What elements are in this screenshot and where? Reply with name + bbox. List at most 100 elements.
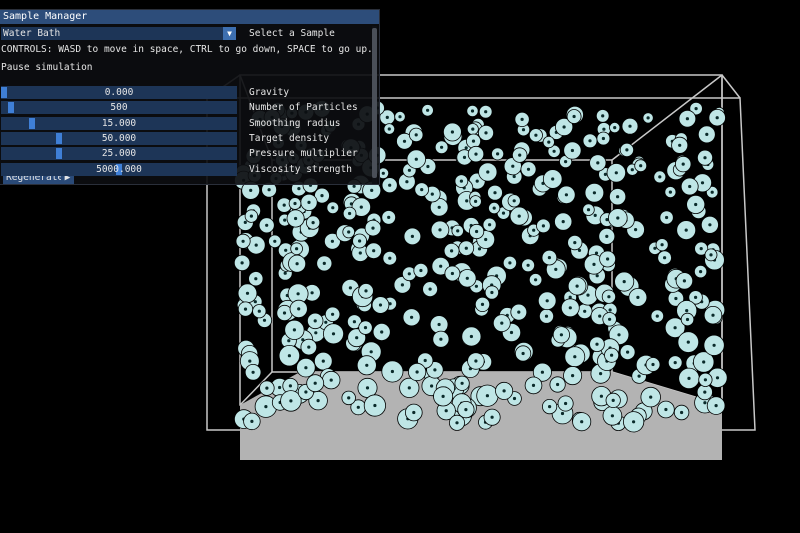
- particle-center: [526, 263, 530, 267]
- particle-center: [314, 331, 318, 335]
- particle-center: [249, 214, 253, 218]
- particle-center: [630, 168, 634, 172]
- pause-simulation-checkbox[interactable]: Pause simulation: [1, 61, 93, 75]
- particle-center: [547, 256, 552, 260]
- particle-center: [703, 156, 707, 160]
- particle-center: [586, 208, 591, 212]
- particle-center: [548, 405, 552, 409]
- particle-center: [439, 264, 443, 268]
- particle-center: [634, 228, 638, 232]
- particle-center: [684, 228, 688, 232]
- particle-center: [580, 420, 584, 424]
- particle-center: [572, 114, 576, 119]
- particle-center: [595, 274, 599, 278]
- particle-center: [493, 191, 497, 195]
- smoothing-slider-label: Smoothing radius: [249, 117, 341, 129]
- particle-center: [688, 184, 692, 189]
- particle-center: [710, 190, 714, 194]
- particle-center: [474, 152, 478, 156]
- particle-center: [490, 415, 494, 419]
- particle-center: [348, 211, 352, 216]
- particle-center: [534, 278, 538, 282]
- particle-center: [520, 117, 524, 121]
- triangle-down-icon[interactable]: ▼: [223, 27, 236, 40]
- particle-center: [471, 127, 475, 131]
- particle-center: [541, 224, 546, 228]
- particle-center: [508, 261, 512, 265]
- particle-center: [433, 368, 437, 372]
- particle-center: [694, 202, 698, 207]
- particle-center: [321, 359, 325, 363]
- particle-center: [687, 376, 691, 380]
- particle-center: [663, 256, 667, 260]
- particle-center: [313, 319, 317, 323]
- particle-center: [245, 291, 250, 295]
- particle-center: [474, 199, 478, 203]
- particle-center: [632, 420, 636, 424]
- pressure-slider[interactable]: 25.000: [1, 147, 237, 161]
- particle-center: [295, 247, 299, 251]
- particle-center: [560, 411, 565, 416]
- particle-center: [465, 199, 469, 203]
- particle-center: [322, 261, 326, 265]
- particle-center: [611, 398, 615, 402]
- particle-center: [410, 315, 414, 319]
- smoothing-slider[interactable]: 15.000: [1, 116, 237, 130]
- particle-center: [464, 146, 468, 150]
- particle-center: [369, 350, 373, 354]
- particle-center: [471, 139, 476, 143]
- particle-center: [512, 199, 516, 203]
- particle-center: [287, 354, 291, 358]
- particle-center: [428, 287, 432, 291]
- particle-center: [673, 326, 677, 330]
- particle-center: [655, 314, 659, 318]
- particle-center: [265, 386, 269, 390]
- particle-center: [575, 284, 579, 288]
- sample-manager-window[interactable]: Sample Manager Water Bath ▼ Select a Sam…: [0, 9, 380, 185]
- particle-center: [708, 223, 712, 227]
- window-title-bar[interactable]: Sample Manager: [0, 10, 379, 24]
- particle-center: [307, 345, 311, 349]
- particle-center: [370, 188, 374, 192]
- particle-center: [554, 267, 558, 271]
- particle-center: [599, 372, 603, 376]
- particle-center: [320, 194, 324, 198]
- particle-center: [294, 216, 298, 221]
- particle-center: [282, 203, 286, 207]
- particle-center: [474, 284, 478, 288]
- particle-center: [592, 262, 596, 266]
- particle-center: [371, 226, 375, 230]
- particle-center: [402, 139, 407, 143]
- particle-center: [646, 116, 650, 120]
- particle-center: [616, 216, 620, 220]
- window-scrollbar[interactable]: [372, 26, 377, 184]
- particle-center: [264, 405, 268, 409]
- viscosity-slider[interactable]: 5000.000: [1, 162, 237, 176]
- gravity-slider[interactable]: 0.000: [1, 86, 237, 99]
- particle-center: [267, 188, 271, 192]
- particle-center: [348, 286, 352, 290]
- particle-center: [311, 221, 315, 225]
- particles-slider[interactable]: 500: [1, 101, 237, 115]
- particle-center: [484, 110, 488, 114]
- pressure-slider-label: Pressure multiplier: [249, 148, 358, 160]
- sample-select-dropdown[interactable]: Water Bath ▼: [1, 27, 236, 40]
- particle-center: [283, 218, 287, 222]
- particle-center: [551, 177, 555, 181]
- particle-center: [469, 334, 473, 339]
- particle-center: [686, 340, 690, 344]
- density-slider[interactable]: 50.000: [1, 131, 237, 145]
- particle-center: [388, 183, 392, 187]
- gravity-slider-label: Gravity: [249, 87, 290, 98]
- particle-center: [588, 139, 592, 143]
- sample-select-label: Select a Sample: [249, 28, 335, 39]
- particle-center: [699, 270, 703, 274]
- particle-center: [715, 376, 720, 380]
- scrollbar-thumb[interactable]: [372, 28, 377, 178]
- particle-center: [545, 299, 549, 303]
- particle-center: [521, 351, 525, 356]
- pause-simulation-label: Pause simulation: [1, 62, 93, 73]
- particle-center: [426, 164, 430, 169]
- particle-center: [438, 228, 442, 232]
- particle-center: [441, 394, 445, 398]
